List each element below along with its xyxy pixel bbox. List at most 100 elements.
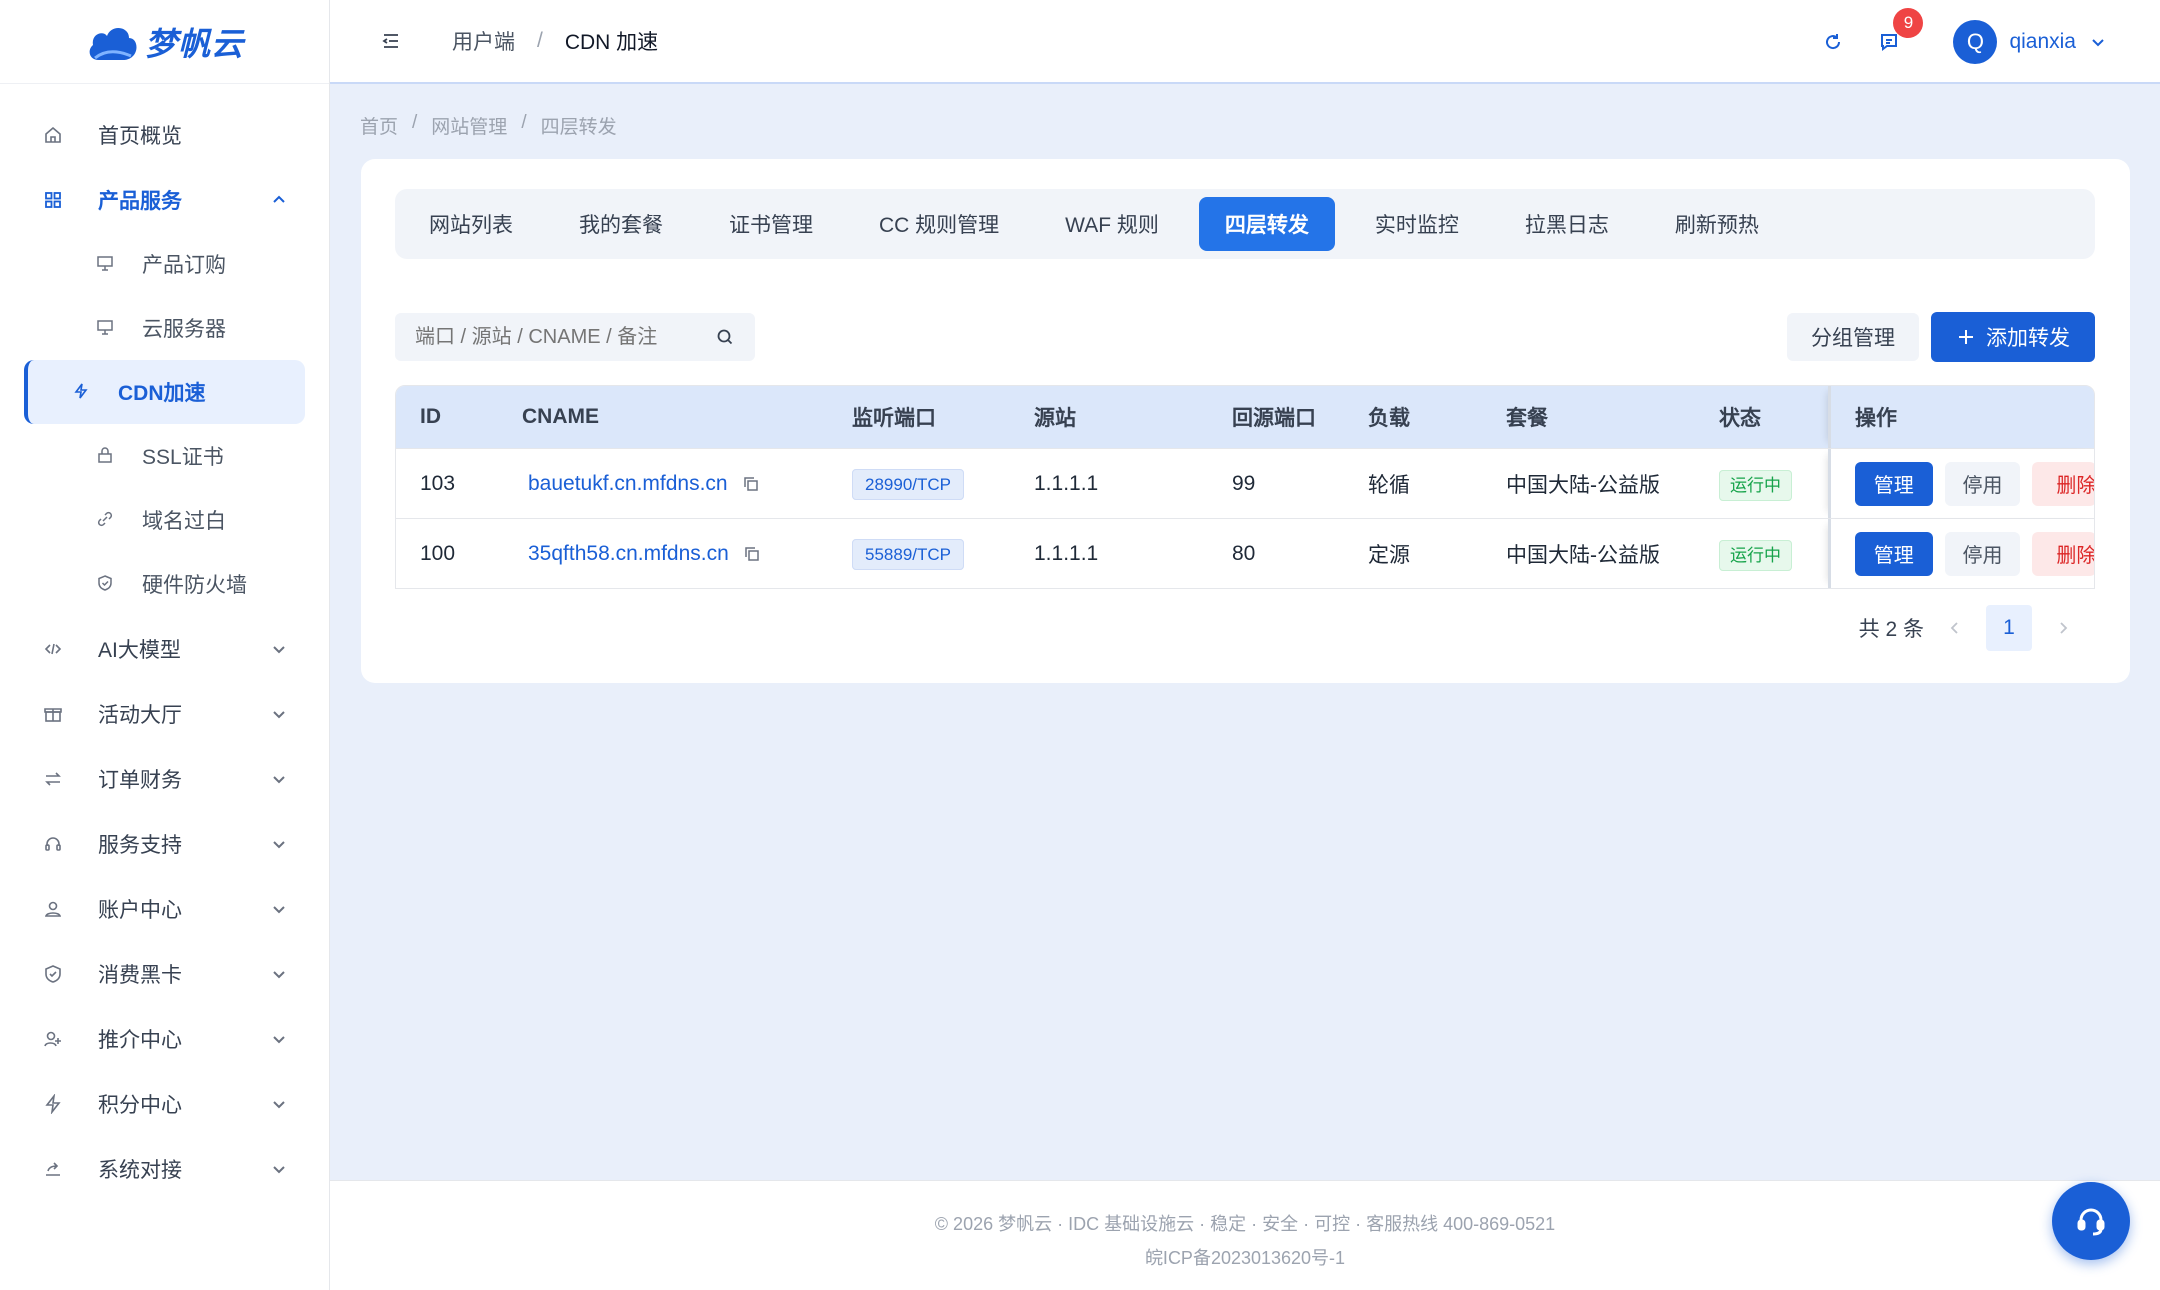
cell-actions: 管理 停用 删除 bbox=[1828, 449, 2094, 518]
main-card: 网站列表 我的套餐 证书管理 CC 规则管理 WAF 规则 四层转发 实时监控 … bbox=[361, 159, 2130, 683]
tab-my-plans[interactable]: 我的套餐 bbox=[553, 197, 689, 251]
cname-link[interactable]: 35qfth58.cn.mfdns.cn bbox=[522, 542, 729, 566]
copy-icon[interactable] bbox=[742, 475, 760, 493]
sidebar-item-label: 消费黑卡 bbox=[98, 963, 182, 987]
cloud-logo-icon bbox=[89, 27, 137, 60]
message-button[interactable]: 9 bbox=[1877, 8, 1924, 54]
tab-cc-rules[interactable]: CC 规则管理 bbox=[853, 197, 1025, 251]
manage-button[interactable]: 管理 bbox=[1855, 531, 1933, 576]
shield-icon bbox=[96, 574, 116, 594]
sidebar-item-points[interactable]: 积分中心 bbox=[0, 1071, 329, 1136]
sidebar-item-support[interactable]: 服务支持 bbox=[0, 811, 329, 876]
add-forward-label: 添加转发 bbox=[1986, 327, 2070, 350]
search-icon[interactable] bbox=[715, 327, 735, 347]
port-tag: 55889/TCP bbox=[852, 538, 964, 570]
breadcrumb-separator: / bbox=[537, 29, 543, 52]
plus-icon bbox=[1959, 330, 1973, 344]
sidebar-item-home[interactable]: 首页概览 bbox=[0, 102, 329, 167]
next-page-button[interactable] bbox=[2040, 605, 2086, 651]
chevron-down-icon bbox=[273, 1165, 285, 1173]
avatar[interactable]: Q bbox=[1953, 20, 1998, 64]
cell-source: 1.1.1.1 bbox=[1034, 541, 1099, 565]
copy-icon[interactable] bbox=[743, 545, 761, 563]
sidebar-item-ssl[interactable]: SSL证书 bbox=[24, 424, 305, 488]
bolt-icon bbox=[72, 382, 92, 402]
cell-port: 55889/TCP bbox=[852, 538, 1034, 570]
sidebar-item-referral[interactable]: 推介中心 bbox=[0, 1006, 329, 1071]
bolt-icon bbox=[42, 1093, 64, 1115]
chevron-down-icon[interactable] bbox=[2090, 34, 2106, 50]
add-forward-button[interactable]: 添加转发 bbox=[1931, 312, 2095, 362]
breadcrumb-current: CDN 加速 bbox=[564, 31, 659, 54]
cell-plan: 中国大陆-公益版 bbox=[1506, 543, 1660, 567]
delete-button[interactable]: 删除 bbox=[2032, 531, 2094, 576]
sidebar-item-label: 订单财务 bbox=[98, 768, 182, 792]
chevron-down-icon bbox=[273, 1035, 285, 1043]
cell-id: 100 bbox=[420, 541, 456, 565]
breadcrumb-item[interactable]: 首页 bbox=[360, 112, 398, 139]
table-row: 100 35qfth58.cn.mfdns.cn 55889/TCP 1.1.1… bbox=[396, 518, 2094, 588]
code-icon bbox=[42, 638, 64, 660]
sidebar-item-label: 积分中心 bbox=[98, 1093, 182, 1117]
sidebar-item-black-card[interactable]: 消费黑卡 bbox=[0, 941, 329, 1006]
cell-back-port: 99 bbox=[1232, 471, 1256, 495]
swap-icon bbox=[42, 768, 64, 790]
tab-block-log[interactable]: 拉黑日志 bbox=[1499, 197, 1635, 251]
user-icon bbox=[42, 898, 64, 920]
chevron-down-icon bbox=[273, 1100, 285, 1108]
sidebar-item-account[interactable]: 账户中心 bbox=[0, 876, 329, 941]
sidebar-item-domain-whitelist[interactable]: 域名过白 bbox=[24, 488, 305, 552]
delete-button[interactable]: 删除 bbox=[2032, 461, 2094, 506]
share-icon bbox=[42, 1158, 64, 1180]
logo-text: 梦帆云 bbox=[144, 25, 244, 62]
menu-collapse-icon[interactable] bbox=[380, 30, 402, 52]
col-header-port: 监听端口 bbox=[852, 407, 936, 430]
tab-refresh-preheat[interactable]: 刷新预热 bbox=[1649, 197, 1785, 251]
footer-icp[interactable]: 皖ICP备2023013620号-1 bbox=[330, 1241, 2160, 1275]
tab-site-list[interactable]: 网站列表 bbox=[403, 197, 539, 251]
support-fab[interactable] bbox=[2052, 1182, 2130, 1260]
sidebar-item-label: 硬件防火墙 bbox=[142, 574, 247, 597]
sidebar-item-events[interactable]: 活动大厅 bbox=[0, 681, 329, 746]
sidebar-item-label: 推介中心 bbox=[98, 1028, 182, 1052]
forward-table: ID CNAME 监听端口 源站 回源端口 负载 套餐 状态 操作 103 ba… bbox=[395, 385, 2095, 589]
sidebar-item-products[interactable]: 产品服务 bbox=[0, 167, 329, 232]
header-breadcrumb: 用户端 / CDN 加速 bbox=[452, 26, 658, 56]
chevron-down-icon bbox=[273, 840, 285, 848]
cname-link[interactable]: bauetukf.cn.mfdns.cn bbox=[522, 472, 728, 496]
sidebar-item-label: 云服务器 bbox=[142, 318, 226, 341]
cell-port: 28990/TCP bbox=[852, 468, 1034, 500]
disable-button[interactable]: 停用 bbox=[1944, 461, 2021, 506]
logo[interactable]: 梦帆云 bbox=[0, 0, 329, 84]
refresh-icon[interactable] bbox=[1821, 30, 1845, 54]
page-number[interactable]: 1 bbox=[1986, 605, 2032, 651]
chevron-down-icon bbox=[273, 710, 285, 718]
breadcrumb-item[interactable]: 用户端 bbox=[452, 26, 515, 56]
cell-back-port: 80 bbox=[1232, 541, 1256, 565]
col-header-load: 负载 bbox=[1368, 407, 1410, 430]
sidebar-item-cdn[interactable]: CDN加速 bbox=[24, 360, 305, 424]
breadcrumb-separator: / bbox=[521, 112, 527, 133]
search-input[interactable] bbox=[415, 325, 715, 349]
username[interactable]: qianxia bbox=[2009, 30, 2076, 54]
tab-waf-rules[interactable]: WAF 规则 bbox=[1039, 197, 1185, 251]
sidebar-item-ai[interactable]: AI大模型 bbox=[0, 616, 329, 681]
tab-monitoring[interactable]: 实时监控 bbox=[1349, 197, 1485, 251]
search-box bbox=[395, 313, 755, 361]
cell-cname: bauetukf.cn.mfdns.cn bbox=[518, 472, 852, 496]
sidebar-item-label: SSL证书 bbox=[142, 446, 224, 469]
breadcrumb-item[interactable]: 网站管理 bbox=[431, 112, 507, 139]
sidebar-item-cloud-server[interactable]: 云服务器 bbox=[24, 296, 305, 360]
group-manage-button[interactable]: 分组管理 bbox=[1787, 313, 1919, 361]
prev-page-button[interactable] bbox=[1932, 605, 1978, 651]
notification-badge: 9 bbox=[1893, 8, 1924, 38]
tab-certificates[interactable]: 证书管理 bbox=[703, 197, 839, 251]
sidebar-item-orders-finance[interactable]: 订单财务 bbox=[0, 746, 329, 811]
headset-icon bbox=[42, 833, 64, 855]
manage-button[interactable]: 管理 bbox=[1855, 461, 1933, 506]
sidebar-item-order[interactable]: 产品订购 bbox=[24, 232, 305, 296]
sidebar-item-firewall[interactable]: 硬件防火墙 bbox=[24, 552, 305, 616]
sidebar-item-integration[interactable]: 系统对接 bbox=[0, 1136, 329, 1201]
disable-button[interactable]: 停用 bbox=[1944, 531, 2021, 576]
tab-l4-forwarding[interactable]: 四层转发 bbox=[1198, 197, 1335, 251]
